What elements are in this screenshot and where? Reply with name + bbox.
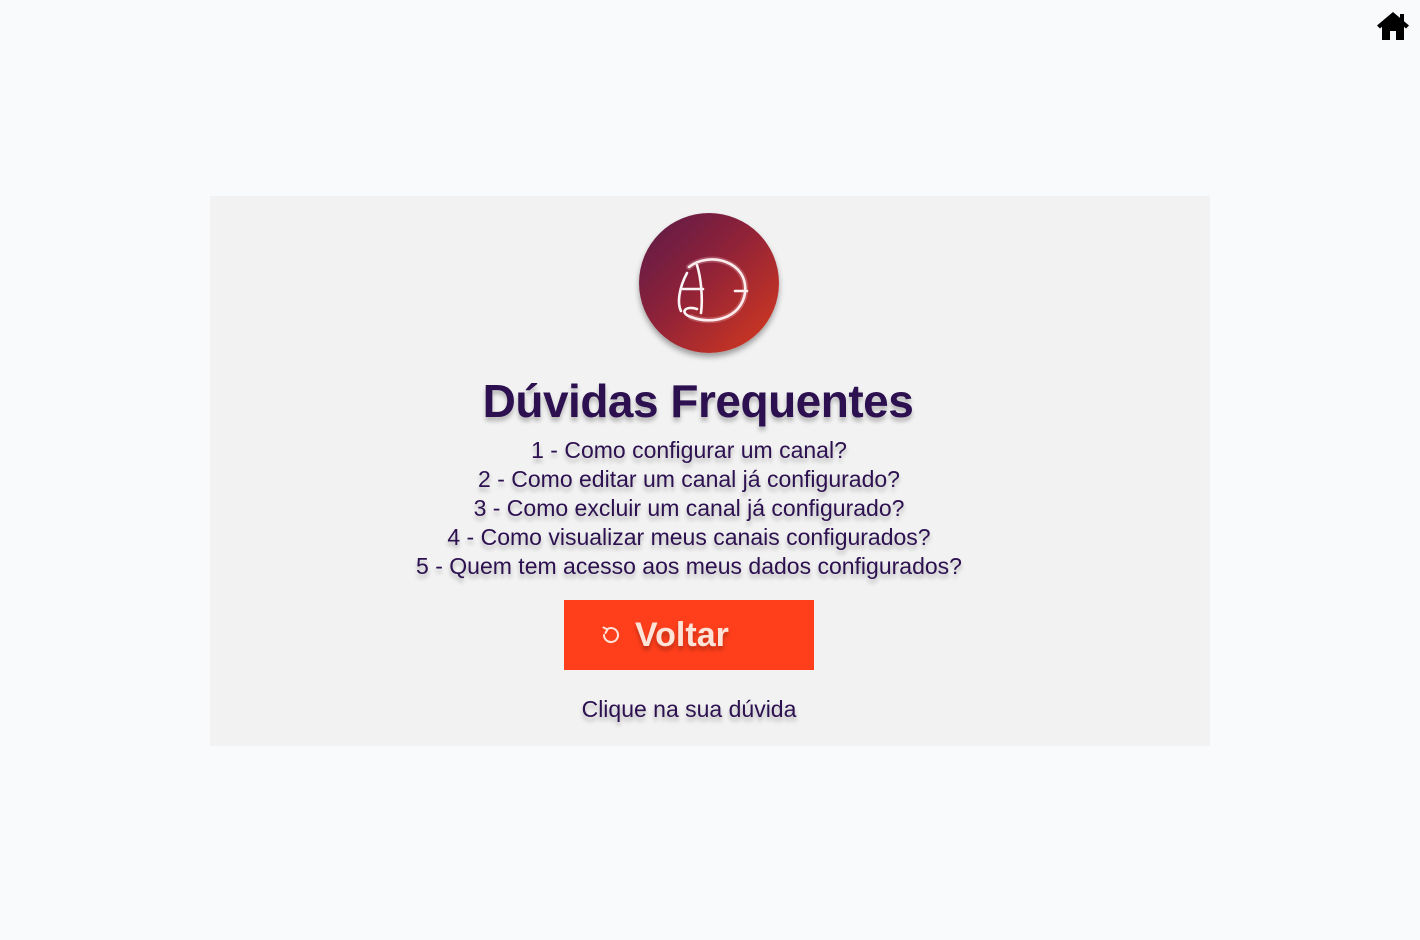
- faq-item-5[interactable]: 5 - Quem tem acesso aos meus dados confi…: [210, 552, 1168, 581]
- faq-item-2[interactable]: 2 - Como editar um canal já configurado?: [210, 465, 1168, 494]
- refresh-icon: [599, 623, 623, 647]
- home-icon: [1377, 12, 1409, 40]
- page: Dúvidas Frequentes 1 - Como configurar u…: [0, 0, 1420, 940]
- faq-card: Dúvidas Frequentes 1 - Como configurar u…: [210, 196, 1210, 746]
- hint-text: Clique na sua dúvida: [581, 696, 797, 722]
- back-button[interactable]: Voltar: [564, 600, 814, 670]
- home-button[interactable]: [1376, 10, 1410, 42]
- faq-item-3[interactable]: 3 - Como excluir um canal já configurado…: [210, 494, 1168, 523]
- back-button-label: Voltar: [635, 615, 729, 654]
- d-neon-logo-icon: [677, 256, 749, 324]
- faq-item-1[interactable]: 1 - Como configurar um canal?: [210, 436, 1168, 465]
- app-logo: [639, 213, 779, 353]
- faq-list: 1 - Como configurar um canal? 2 - Como e…: [210, 436, 1168, 581]
- faq-item-4[interactable]: 4 - Como visualizar meus canais configur…: [210, 523, 1168, 552]
- page-title: Dúvidas Frequentes: [482, 375, 914, 427]
